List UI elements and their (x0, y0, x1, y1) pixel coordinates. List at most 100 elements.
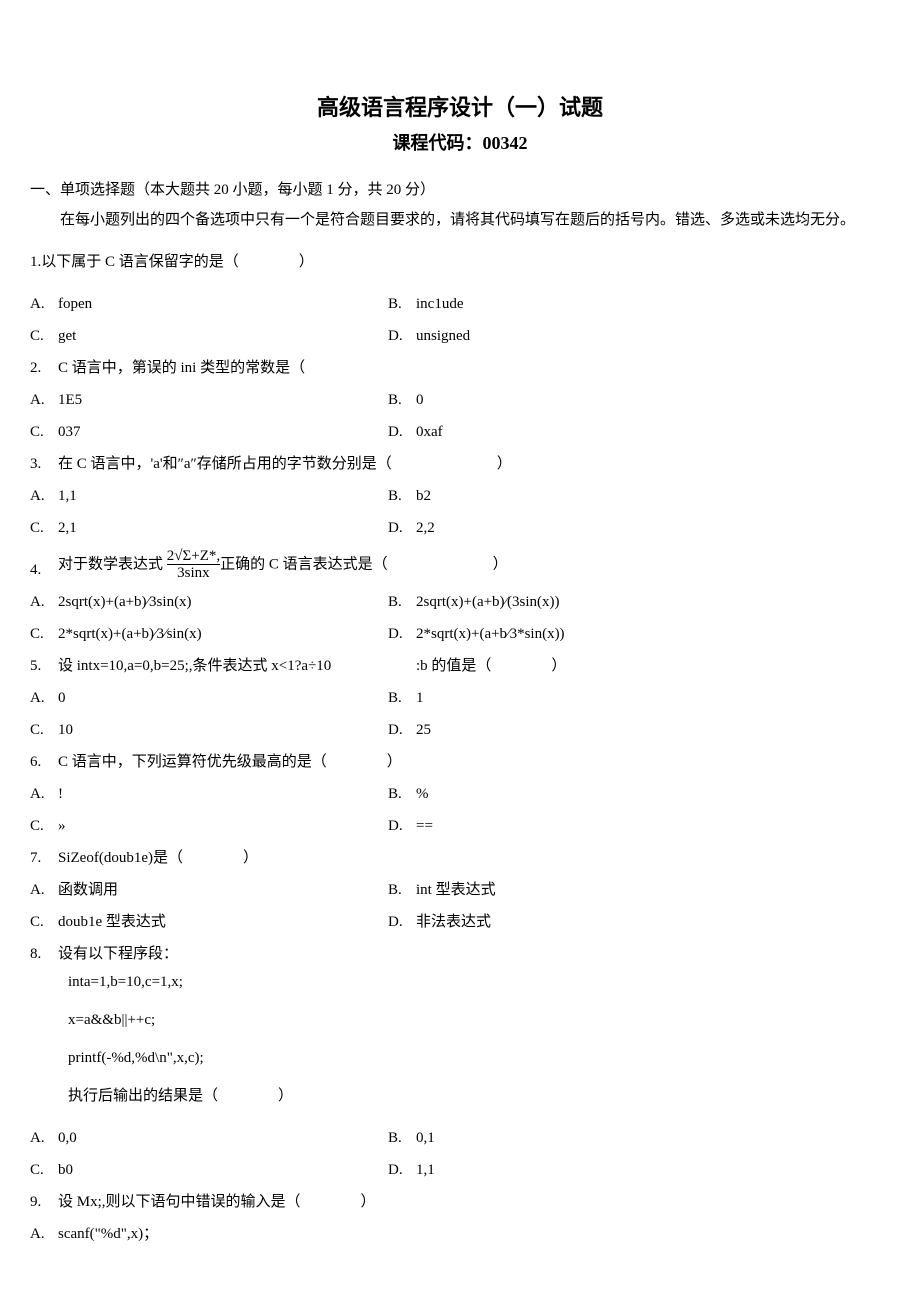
opt-label: D. (388, 906, 416, 938)
question-1: 1.以下属于 C 语言保留字的是（ ） (30, 250, 890, 274)
opt-label: B. (388, 1122, 416, 1154)
q8-A: 0,0 (58, 1122, 388, 1154)
q2-A: 1E5 (58, 384, 388, 416)
q4-B: 2sqrt(x)+(a+b)⁄(3sin(x)) (416, 586, 890, 618)
opt-label: B. (388, 874, 416, 906)
opt-label: D. (388, 320, 416, 352)
opt-label: C. (30, 416, 58, 448)
opt-label: C. (30, 906, 58, 938)
q8-code-line-3: printf(-%d,%d\n",x,c); (68, 1046, 890, 1070)
opt-label: D. (388, 810, 416, 842)
q6-text: C 语言中，下列运算符优先级最高的是（ ） (58, 746, 890, 778)
opt-label: D. (388, 618, 416, 650)
q1-num: 1. (30, 254, 41, 270)
q7-num: 7. (30, 842, 58, 874)
q8-code-line-2: x=a&&b||++c; (68, 1008, 890, 1032)
opt-label: B. (388, 586, 416, 618)
q5-text-right: :b 的值是（ ） (416, 650, 890, 682)
q8-code-line-1: inta=1,b=10,c=1,x; (68, 970, 890, 994)
q3-B: b2 (416, 480, 890, 512)
q8-D: 1,1 (416, 1154, 890, 1186)
q4-C: 2*sqrt(x)+(a+b)⁄3⁄sin(x) (58, 618, 388, 650)
opt-label: B. (388, 288, 416, 320)
q2-C: 037 (58, 416, 388, 448)
q4-A: 2sqrt(x)+(a+b)⁄3sin(x) (58, 586, 388, 618)
q8-options: A. 0,0 B. 0,1 C. b0 D. 1,1 9. 设 Mx;,则以下语… (30, 1122, 890, 1250)
opt-label: A. (30, 480, 58, 512)
opt-label: D. (388, 1154, 416, 1186)
q6-D: == (416, 810, 890, 842)
opt-label: A. (30, 874, 58, 906)
opt-label: C. (30, 810, 58, 842)
q4-num: 4. (30, 544, 58, 586)
opt-label: B. (388, 480, 416, 512)
q4-text-post: 正确的 C 语言表达式是（ ） (220, 556, 508, 572)
q4-text: 对于数学表达式 2√Σ+Z*,3sinx正确的 C 语言表达式是（ ） (58, 544, 890, 586)
opt-label: A. (30, 586, 58, 618)
q5-B: 1 (416, 682, 890, 714)
q1-options: A. fopen B. inc1ude C. get D. unsigned 2… (30, 288, 890, 970)
q3-C: 2,1 (58, 512, 388, 544)
q4-numer: 2√Σ+Z*, (167, 548, 220, 564)
q3-D: 2,2 (416, 512, 890, 544)
q2-D: 0xaf (416, 416, 890, 448)
q2-text: C 语言中，第误的 ini 类型的常数是（ (58, 352, 890, 384)
opt-label: A. (30, 778, 58, 810)
q8-text: 设有以下程序段： (58, 938, 890, 970)
q8-B: 0,1 (416, 1122, 890, 1154)
opt-label: A. (30, 1122, 58, 1154)
opt-label: C. (30, 618, 58, 650)
q3-num: 3. (30, 448, 58, 480)
q3-text: 在 C 语言中，'a'和″a″存储所占用的字节数分别是（ ） (58, 448, 890, 480)
q7-C: doub1e 型表达式 (58, 906, 388, 938)
opt-label: A. (30, 288, 58, 320)
q7-D: 非法表达式 (416, 906, 890, 938)
q4-denom: 3sinx (167, 564, 220, 582)
q4-text-pre: 对于数学表达式 (58, 556, 167, 572)
opt-label: C. (30, 320, 58, 352)
q6-B: % (416, 778, 890, 810)
q7-B: int 型表达式 (416, 874, 890, 906)
q5-A: 0 (58, 682, 388, 714)
page-title: 高级语言程序设计（一）试题 (30, 90, 890, 125)
q9-text: 设 Mx;,则以下语句中错误的输入是（ ） (58, 1186, 890, 1218)
q6-C: » (58, 810, 388, 842)
section-1-instruction: 在每小题列出的四个备选项中只有一个是符合题目要求的，请将其代码填写在题后的括号内… (60, 208, 890, 232)
course-code-label: 课程代码： (393, 133, 483, 153)
q5-num: 5. (30, 650, 58, 682)
q2-B: 0 (416, 384, 890, 416)
opt-label: A. (30, 682, 58, 714)
q1-B: inc1ude (416, 288, 890, 320)
q5-text-left: 设 intx=10,a=0,b=25;,条件表达式 x<1?a÷10 (58, 650, 388, 682)
q1-C: get (58, 320, 388, 352)
q1-A: fopen (58, 288, 388, 320)
opt-label: C. (30, 1154, 58, 1186)
q1-D: unsigned (416, 320, 890, 352)
opt-label: B. (388, 682, 416, 714)
opt-label: B. (388, 778, 416, 810)
q2-num: 2. (30, 352, 58, 384)
q8-num: 8. (30, 938, 58, 970)
q6-num: 6. (30, 746, 58, 778)
q3-A: 1,1 (58, 480, 388, 512)
q9-A: scanf("%d",x)； (58, 1218, 890, 1250)
q4-D: 2*sqrt(x)+(a+b⁄3*sin(x)) (416, 618, 890, 650)
opt-label: A. (30, 384, 58, 416)
opt-label: D. (388, 512, 416, 544)
course-code: 课程代码：00342 (30, 129, 890, 158)
opt-label: C. (30, 512, 58, 544)
q6-A: ! (58, 778, 388, 810)
q8-result-text: 执行后输出的结果是（ ） (68, 1084, 890, 1108)
q1-text: 以下属于 C 语言保留字的是（ ） (41, 254, 314, 270)
opt-label: D. (388, 416, 416, 448)
q9-num: 9. (30, 1186, 58, 1218)
q7-A: 函数调用 (58, 874, 388, 906)
q9-A-label: A. (30, 1218, 58, 1250)
q7-text: SiZeof(doub1e)是（ ） (58, 842, 890, 874)
q5-D: 25 (416, 714, 890, 746)
opt-label: B. (388, 384, 416, 416)
q5-C: 10 (58, 714, 388, 746)
opt-label: C. (30, 714, 58, 746)
section-1-header: 一、单项选择题（本大题共 20 小题，每小题 1 分，共 20 分） (30, 178, 890, 202)
q8-C: b0 (58, 1154, 388, 1186)
